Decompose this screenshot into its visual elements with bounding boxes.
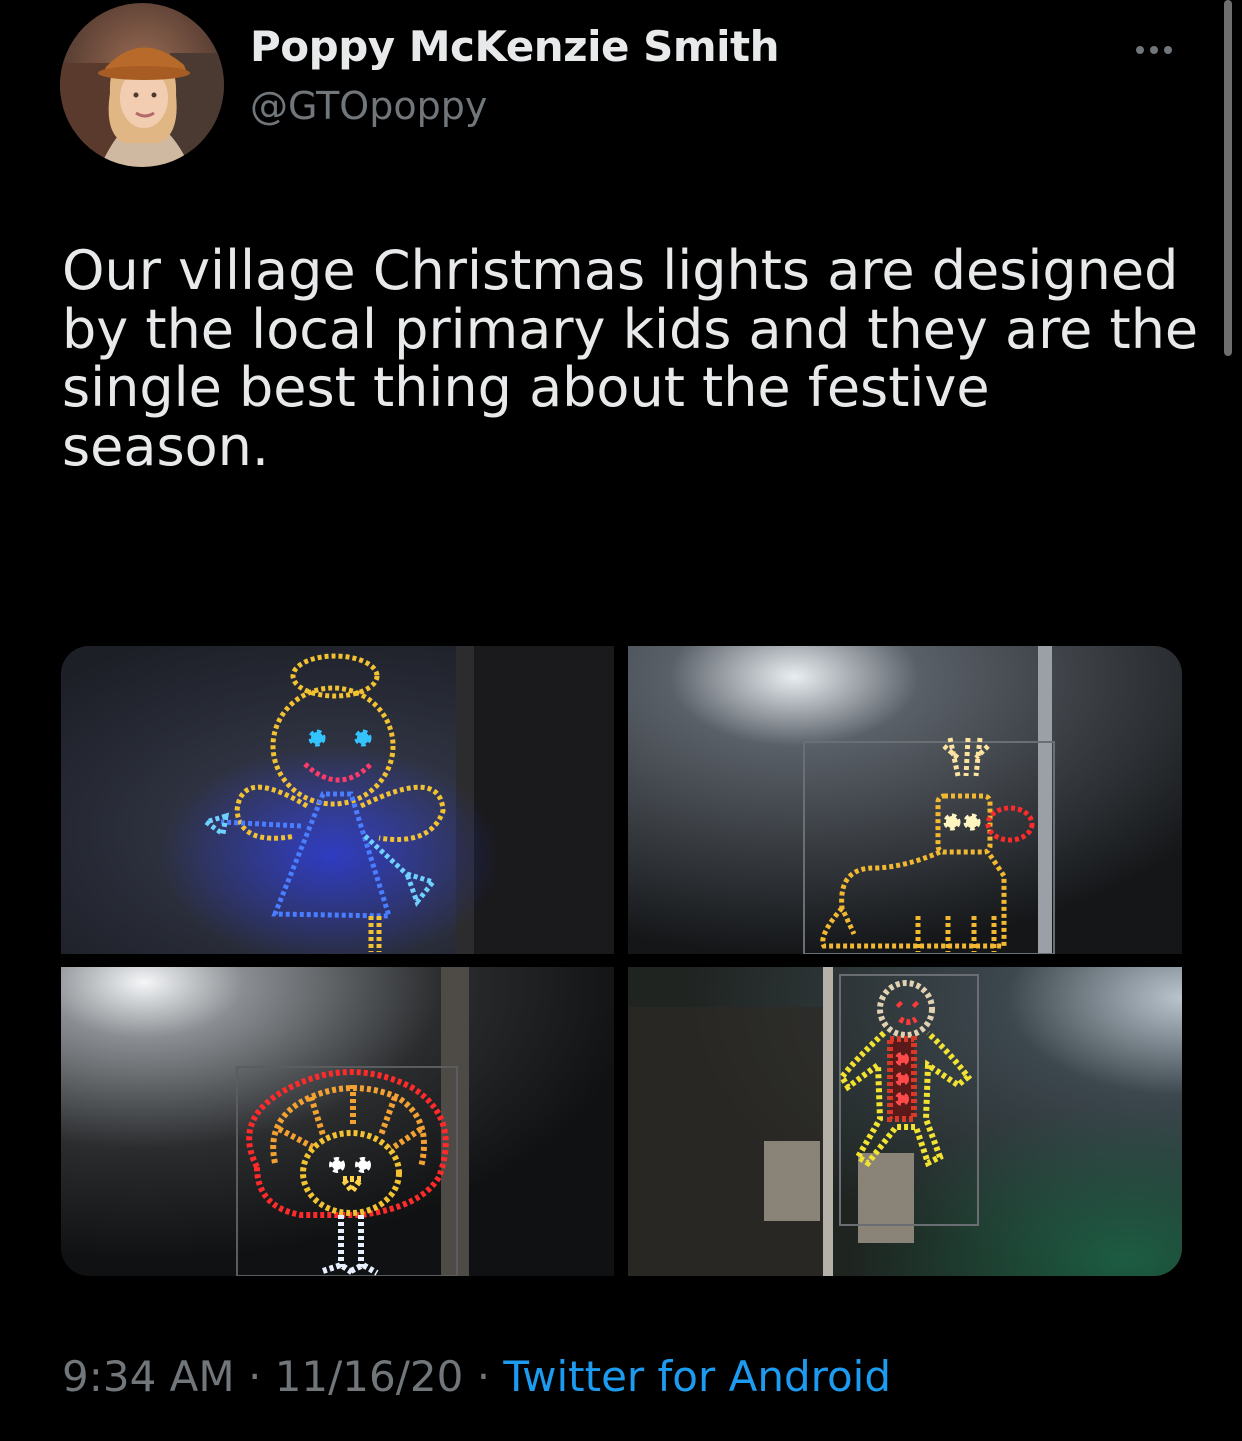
angel-light-image — [61, 646, 614, 954]
photo-angel[interactable] — [61, 646, 614, 954]
meta-separator: · — [234, 1352, 275, 1401]
scrollbar[interactable] — [1224, 0, 1232, 356]
tweet-time[interactable]: 9:34 AM — [62, 1352, 235, 1401]
photo-turkey[interactable] — [61, 967, 614, 1276]
more-options-button[interactable] — [1126, 30, 1186, 70]
more-horizontal-icon — [1136, 46, 1172, 54]
meta-separator: · — [463, 1352, 504, 1401]
reindeer-light-image — [628, 646, 1182, 954]
avatar[interactable] — [60, 3, 224, 167]
avatar-image — [60, 3, 224, 167]
author-handle[interactable]: @GTOpoppy — [250, 84, 487, 128]
photo-reindeer[interactable] — [628, 646, 1182, 954]
tweet-meta: 9:34 AM · 11/16/20 · Twitter for Android — [62, 1352, 891, 1401]
turkey-light-image — [61, 967, 614, 1276]
photo-gingerbread-man[interactable] — [628, 967, 1182, 1276]
author-display-name[interactable]: Poppy McKenzie Smith — [250, 22, 780, 71]
tweet-date[interactable]: 11/16/20 — [275, 1352, 464, 1401]
tweet-source-link[interactable]: Twitter for Android — [503, 1352, 891, 1401]
gingerbread-light-image — [628, 967, 1182, 1276]
tweet-text: Our village Christmas lights are designe… — [62, 239, 1216, 478]
